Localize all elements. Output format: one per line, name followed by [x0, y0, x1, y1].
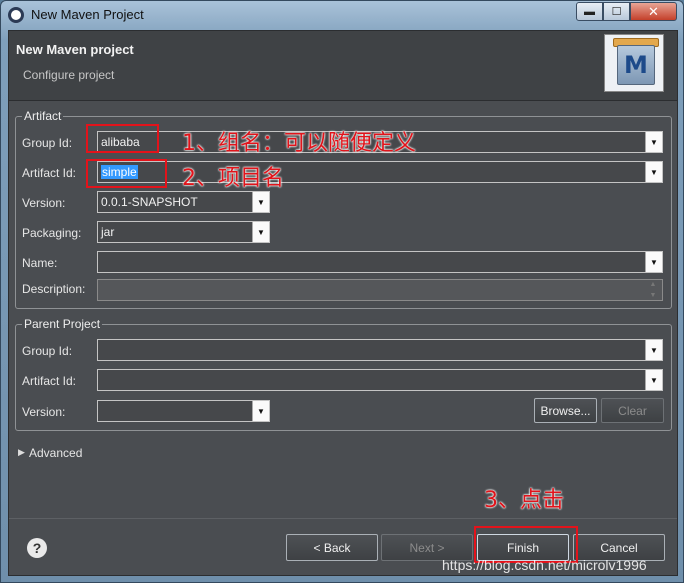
artifact-legend: Artifact — [22, 109, 64, 123]
close-button[interactable]: ✕ — [630, 2, 677, 21]
chevron-down-icon[interactable]: ▼ — [252, 222, 269, 242]
footer-separator — [9, 518, 677, 519]
annotation-box-artifact-id — [86, 159, 167, 188]
parent-artifact-id-combo[interactable]: ▼ — [97, 369, 663, 391]
wizard-subtitle: Configure project — [23, 68, 115, 82]
maven-logo-icon: M — [617, 45, 655, 85]
dialog-content: New Maven project Configure project M Ar… — [8, 30, 678, 576]
chevron-down-icon[interactable]: ▼ — [252, 401, 269, 421]
eclipse-app-icon — [8, 7, 24, 23]
back-button[interactable]: < Back — [286, 534, 378, 561]
chevron-down-icon[interactable]: ▼ — [645, 370, 662, 390]
artifact-packaging-combo[interactable]: jar ▼ — [97, 221, 270, 243]
chevron-down-icon[interactable]: ▼ — [645, 340, 662, 360]
parent-version-label: Version: — [22, 405, 66, 419]
chevron-down-icon[interactable]: ▼ — [645, 132, 662, 152]
expand-arrow-icon[interactable]: ▶ — [18, 447, 25, 458]
chevron-down-icon[interactable]: ▼ — [645, 252, 662, 272]
window-title: New Maven Project — [31, 7, 144, 22]
parent-project-legend: Parent Project — [22, 317, 103, 331]
title-bar[interactable]: New Maven Project ▬ ☐ ✕ — [1, 1, 684, 31]
artifact-version-combo[interactable]: 0.0.1-SNAPSHOT ▼ — [97, 191, 270, 213]
clear-button[interactable]: Clear — [601, 398, 664, 423]
maven-logo: M — [604, 34, 664, 92]
dialog-window: New Maven Project ▬ ☐ ✕ New Maven projec… — [0, 0, 684, 583]
wizard-header: New Maven project Configure project M — [9, 31, 677, 101]
artifact-name-label: Name: — [22, 256, 58, 270]
annotation-step2: 2、项目名 — [182, 166, 284, 191]
parent-version-combo[interactable]: ▼ — [97, 400, 270, 422]
maximize-button[interactable]: ☐ — [603, 2, 630, 21]
help-icon[interactable]: ? — [27, 538, 47, 558]
minimize-button[interactable]: ▬ — [576, 2, 603, 21]
wizard-title: New Maven project — [16, 42, 134, 57]
parent-group-id-label: Group Id: — [22, 344, 73, 358]
browse-button[interactable]: Browse... — [534, 398, 597, 423]
artifact-artifact-id-label: Artifact Id: — [22, 166, 77, 180]
annotation-step3: 3、点击 — [484, 488, 564, 513]
artifact-description-label: Description: — [22, 282, 86, 296]
annotation-box-group-id — [86, 124, 159, 153]
artifact-version-label: Version: — [22, 196, 66, 210]
artifact-packaging-value: jar — [101, 225, 115, 239]
annotation-step1: 1、组名：可以随便定义 — [182, 131, 416, 156]
chevron-down-icon[interactable]: ▼ — [645, 162, 662, 182]
parent-artifact-id-label: Artifact Id: — [22, 374, 77, 388]
chevron-down-icon[interactable]: ▼ — [252, 192, 269, 212]
parent-group-id-combo[interactable]: ▼ — [97, 339, 663, 361]
artifact-version-value: 0.0.1-SNAPSHOT — [101, 195, 198, 209]
artifact-group-id-label: Group Id: — [22, 136, 73, 150]
advanced-toggle[interactable]: Advanced — [29, 446, 82, 460]
artifact-packaging-label: Packaging: — [22, 226, 82, 240]
watermark-text: https://blog.csdn.net/microlv1996 — [442, 557, 647, 573]
artifact-description-textarea[interactable]: ▲ ▼ — [97, 279, 663, 301]
scroll-arrows-icon[interactable]: ▲ ▼ — [646, 281, 660, 299]
artifact-name-combo[interactable]: ▼ — [97, 251, 663, 273]
